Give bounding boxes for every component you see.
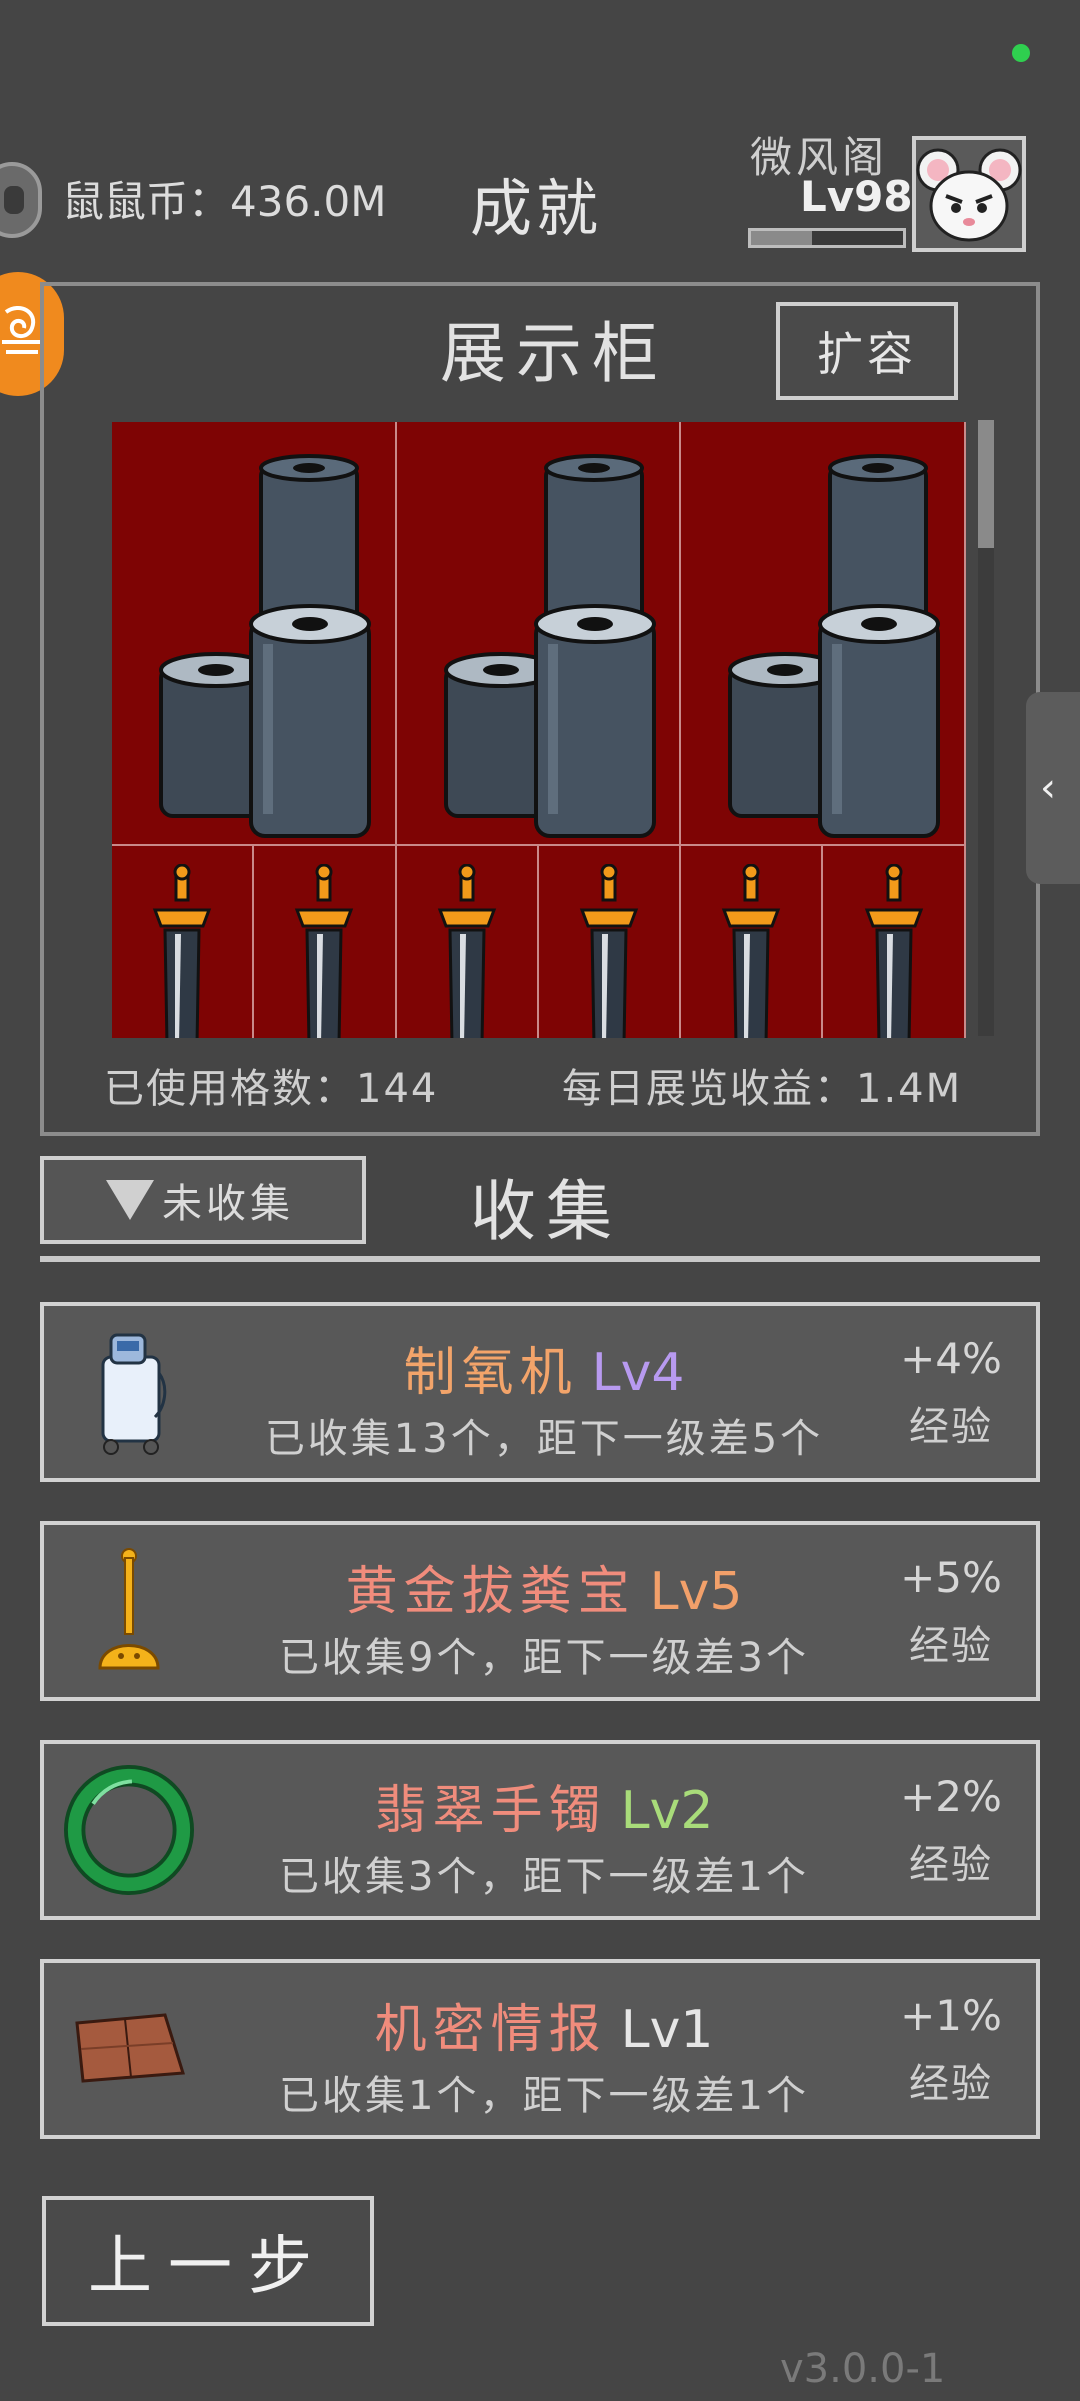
collection-item-name: 制氧机 <box>403 1343 578 1403</box>
golden-sword-icon <box>437 864 496 1038</box>
collection-item-bonus: +2% <box>900 1772 1002 1821</box>
showcase-slot[interactable] <box>681 422 966 846</box>
triangle-down-icon <box>106 1180 154 1220</box>
stacked-cylinders-icon <box>159 454 372 838</box>
collection-item-bonus-label: 经验 <box>909 1623 993 1669</box>
exp-bar <box>748 228 906 248</box>
collection-item-level: Lv5 <box>649 1562 743 1622</box>
stacked-cylinders-icon <box>443 454 656 838</box>
collection-item-title: 翡翠手镯 Lv2 <box>44 1768 1044 1843</box>
collection-item-level: Lv4 <box>591 1343 685 1403</box>
back-button[interactable]: 上一步 <box>42 2196 374 2326</box>
showcase-row-large <box>112 422 966 846</box>
collection-item-progress: 已收集9个，距下一级差3个 <box>279 1635 809 1681</box>
showcase-grid[interactable] <box>112 422 966 1038</box>
showcase-slot[interactable] <box>397 846 539 1038</box>
golden-sword-icon <box>295 864 354 1038</box>
used-slots-stat: 已使用格数：144 <box>104 1066 439 1112</box>
golden-sword-icon <box>152 864 212 1038</box>
collection-item-bonus-label: 经验 <box>909 1404 993 1450</box>
showcase-slot[interactable] <box>539 846 682 1038</box>
collection-item-title: 制氧机 Lv4 <box>44 1330 1044 1405</box>
showcase-slot[interactable] <box>112 422 397 846</box>
collection-item-bonus: +5% <box>900 1553 1002 1602</box>
collection-item[interactable]: 制氧机 Lv4 已收集13个，距下一级差5个 +4% 经验 <box>40 1302 1040 1482</box>
expand-button[interactable]: 扩容 <box>776 302 958 400</box>
showcase-slot[interactable] <box>254 846 397 1038</box>
collection-item-level: Lv1 <box>620 2000 714 2060</box>
golden-sword-icon <box>864 864 923 1038</box>
collection-item[interactable]: 机密情报 Lv1 已收集1个，距下一级差1个 +1% 经验 <box>40 1959 1040 2139</box>
daily-income-stat: 每日展览收益：1.4M <box>562 1066 963 1112</box>
collection-item-bonus: +4% <box>900 1334 1002 1383</box>
collection-item-bonus-label: 经验 <box>909 1842 993 1888</box>
collection-filter-label: 未收集 <box>162 1181 294 1227</box>
collection-item-level: Lv2 <box>620 1781 714 1841</box>
avatar[interactable] <box>912 136 1026 252</box>
collection-item-bonus-label: 经验 <box>909 2061 993 2107</box>
chevron-left-icon: ‹ <box>1040 765 1056 811</box>
showcase-slot[interactable] <box>823 846 966 1038</box>
collection-item-progress: 已收集13个，距下一级差5个 <box>264 1416 824 1462</box>
collection-item-progress: 已收集3个，距下一级差1个 <box>279 1854 809 1900</box>
collection-item[interactable]: 翡翠手镯 Lv2 已收集3个，距下一级差1个 +2% 经验 <box>40 1740 1040 1920</box>
player-level: Lv98 <box>800 172 913 221</box>
collection-item-name: 翡翠手镯 <box>374 1781 607 1841</box>
golden-sword-icon <box>722 864 781 1038</box>
coin-balance: 鼠鼠币：436.0M <box>62 177 387 226</box>
stacked-cylinders-icon <box>728 454 941 838</box>
coin-icon <box>0 162 42 238</box>
collection-title: 收集 <box>470 1173 622 1250</box>
divider <box>40 1256 1040 1262</box>
collection-filter-dropdown[interactable]: 未收集 <box>40 1156 366 1244</box>
exp-bar-fill <box>751 231 812 245</box>
showcase-slot[interactable] <box>681 846 824 1038</box>
collection-item-bonus: +1% <box>900 1991 1002 2040</box>
showcase-title: 展示柜 <box>440 315 668 392</box>
collection-item-progress: 已收集1个，距下一级差1个 <box>279 2073 809 2119</box>
showcase-slot[interactable] <box>396 422 682 846</box>
side-panel-toggle[interactable]: ‹ <box>1026 692 1080 884</box>
page-title: 成就 <box>470 172 603 245</box>
golden-sword-icon <box>579 864 639 1038</box>
showcase-row-small <box>112 846 966 1038</box>
showcase-scrollbar-thumb[interactable] <box>978 420 994 548</box>
status-indicator <box>1012 44 1030 62</box>
showcase-slot[interactable] <box>112 846 255 1038</box>
collection-item-name: 机密情报 <box>374 2000 607 2060</box>
collection-item-title: 黄金拔粪宝 Lv5 <box>44 1549 1044 1624</box>
collection-item[interactable]: 黄金拔粪宝 Lv5 已收集9个，距下一级差3个 +5% 经验 <box>40 1521 1040 1701</box>
collection-item-title: 机密情报 Lv1 <box>44 1987 1044 2062</box>
collection-item-name: 黄金拔粪宝 <box>345 1562 636 1622</box>
version-label: v3.0.0-1 <box>780 2346 946 2392</box>
